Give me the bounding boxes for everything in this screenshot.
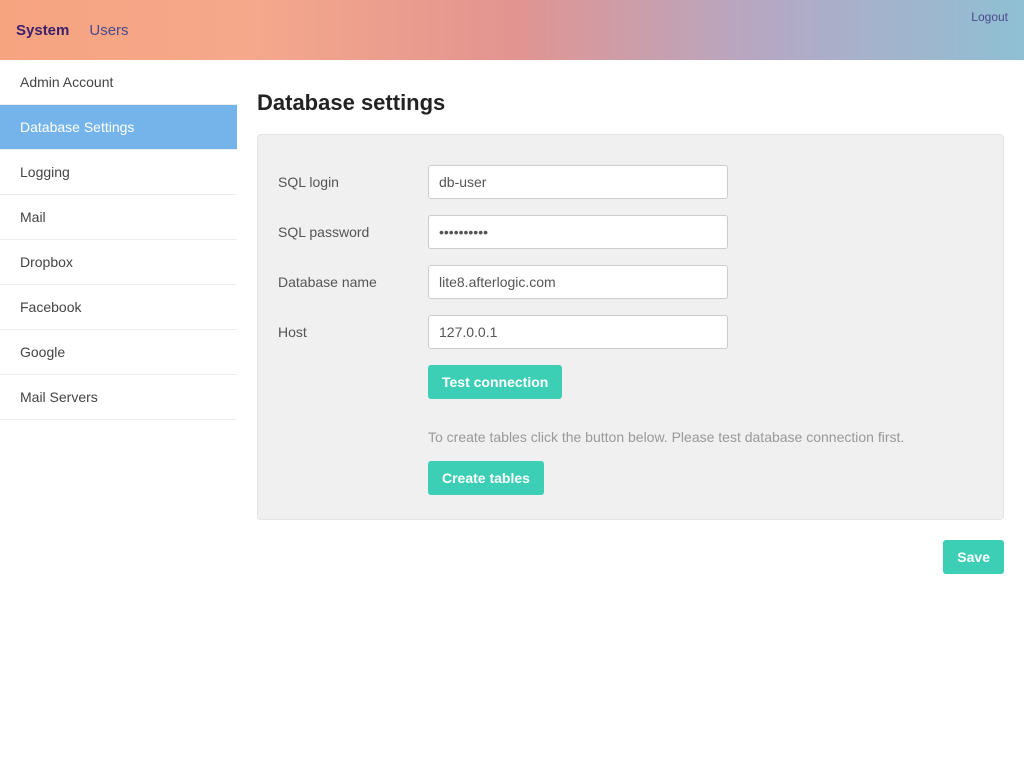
sidebar-item-dropbox[interactable]: Dropbox [0, 240, 237, 285]
input-db-name[interactable] [428, 265, 728, 299]
body: Admin Account Database Settings Logging … [0, 60, 1024, 768]
test-connection-button[interactable]: Test connection [428, 365, 562, 399]
row-sql-password: SQL password [278, 215, 983, 249]
logout-link[interactable]: Logout [971, 10, 1008, 24]
sidebar-item-google[interactable]: Google [0, 330, 237, 375]
input-host[interactable] [428, 315, 728, 349]
save-row: Save [257, 540, 1004, 574]
sidebar-item-logging[interactable]: Logging [0, 150, 237, 195]
row-host: Host [278, 315, 983, 349]
page-title: Database settings [257, 90, 1004, 116]
label-sql-password: SQL password [278, 224, 428, 240]
sidebar-item-admin-account[interactable]: Admin Account [0, 60, 237, 105]
row-db-name: Database name [278, 265, 983, 299]
create-tables-section: To create tables click the button below.… [428, 429, 983, 495]
sidebar-item-facebook[interactable]: Facebook [0, 285, 237, 330]
save-button[interactable]: Save [943, 540, 1004, 574]
header: System Users Logout [0, 0, 1024, 60]
sidebar-item-mail-servers[interactable]: Mail Servers [0, 375, 237, 420]
label-host: Host [278, 324, 428, 340]
sidebar-item-database-settings[interactable]: Database Settings [0, 105, 237, 150]
label-sql-login: SQL login [278, 174, 428, 190]
nav-system[interactable]: System [16, 22, 69, 39]
input-sql-login[interactable] [428, 165, 728, 199]
input-sql-password[interactable] [428, 215, 728, 249]
header-nav: System Users [16, 22, 129, 39]
create-tables-button[interactable]: Create tables [428, 461, 544, 495]
row-test-connection: Test connection [278, 365, 983, 399]
label-db-name: Database name [278, 274, 428, 290]
sidebar-item-mail[interactable]: Mail [0, 195, 237, 240]
settings-panel: SQL login SQL password Database name Hos… [257, 134, 1004, 520]
help-text: To create tables click the button below.… [428, 429, 983, 445]
main-content: Database settings SQL login SQL password… [237, 60, 1024, 768]
sidebar: Admin Account Database Settings Logging … [0, 60, 237, 768]
row-sql-login: SQL login [278, 165, 983, 199]
nav-users[interactable]: Users [89, 22, 128, 39]
